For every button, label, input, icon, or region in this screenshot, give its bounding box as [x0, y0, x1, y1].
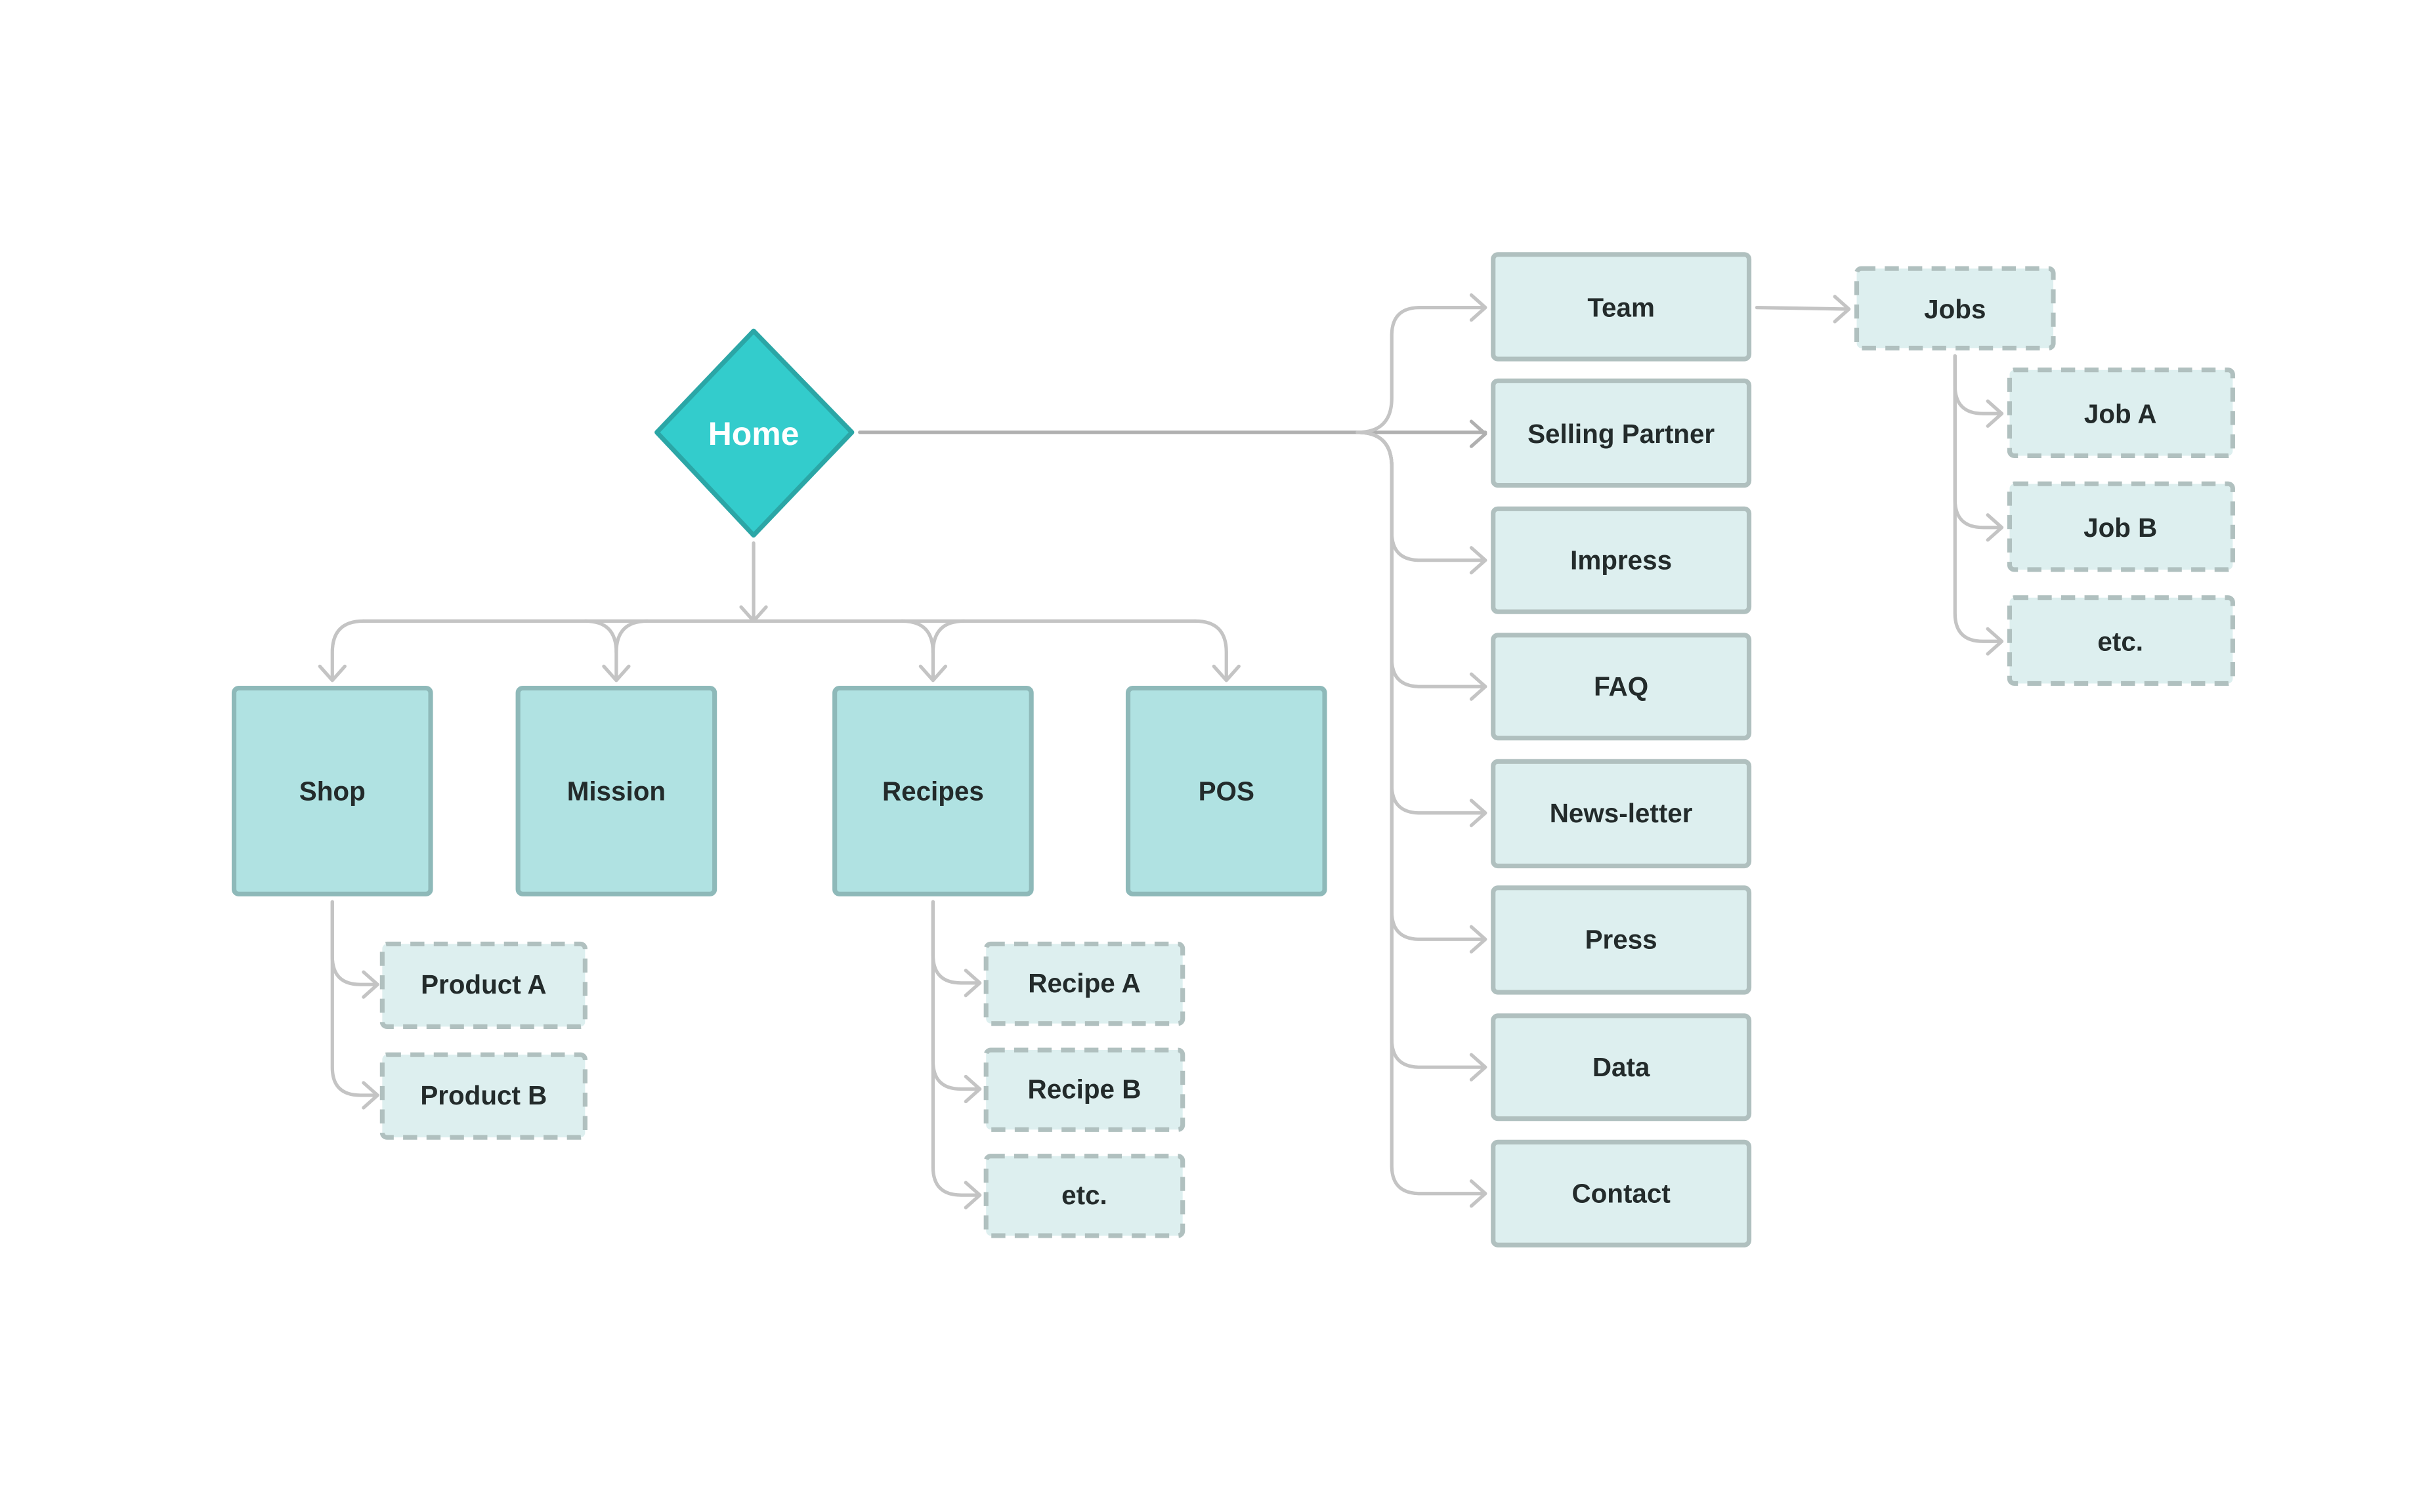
connector-team-to-jobs [1755, 295, 1851, 324]
connector-home-down [739, 541, 768, 623]
connector-side-page-7 [1356, 430, 1487, 1082]
connector-to-job-a [1953, 354, 2004, 428]
connector-to-recipe-etc [931, 900, 982, 1209]
shop-label: Shop [299, 776, 366, 806]
connector-side-page-8 [1356, 430, 1487, 1208]
connector-to-recipe-a [931, 900, 982, 998]
node-pos[interactable]: POS [1125, 686, 1327, 896]
impress-label: Impress [1570, 545, 1672, 576]
node-recipe-b[interactable]: Recipe B [983, 1047, 1185, 1132]
node-recipe-etc[interactable]: etc. [983, 1154, 1185, 1238]
node-mission[interactable]: Mission [515, 686, 717, 896]
connector-to-mission-curve [614, 619, 650, 654]
connector-side-page-3 [1356, 430, 1487, 575]
sitemap-diagram: Home Shop Mission Recipes POS Product A … [231, 252, 2235, 1248]
node-job-etc[interactable]: etc. [2007, 595, 2235, 686]
node-contact[interactable]: Contact [1491, 1139, 1752, 1248]
connector-to-product-a [330, 900, 379, 999]
jobs-label: Jobs [1924, 294, 1986, 324]
node-selling-partner[interactable]: Selling Partner [1491, 378, 1752, 488]
node-home[interactable]: Home [654, 328, 855, 538]
node-newsletter[interactable]: News-letter [1491, 759, 1752, 869]
home-label: Home [708, 415, 800, 452]
connector-side-page-4 [1356, 430, 1487, 701]
selling-partner-label: Selling Partner [1527, 419, 1715, 449]
node-impress[interactable]: Impress [1491, 506, 1752, 614]
node-data[interactable]: Data [1491, 1013, 1752, 1122]
recipe-a-label: Recipe A [1028, 968, 1140, 998]
job-a-label: Job A [2084, 398, 2157, 429]
product-b-label: Product B [420, 1080, 547, 1110]
connector-to-team [1356, 293, 1487, 434]
node-team[interactable]: Team [1491, 252, 1752, 362]
connector-to-job-b [1953, 354, 2004, 542]
node-shop[interactable]: Shop [231, 686, 433, 896]
product-a-label: Product A [421, 969, 546, 999]
connector-to-recipes-curve [931, 619, 966, 654]
connector-to-recipe-b [931, 900, 982, 1104]
recipe-b-label: Recipe B [1028, 1074, 1142, 1104]
connector-home-to-selling-partner [858, 419, 1487, 448]
node-product-b[interactable]: Product B [379, 1052, 587, 1140]
press-label: Press [1585, 924, 1657, 954]
recipes-label: Recipes [882, 776, 984, 806]
team-label: Team [1587, 293, 1655, 323]
contact-label: Contact [1571, 1179, 1670, 1209]
connector-to-product-b [330, 900, 379, 1110]
connector-to-job-etc [1953, 354, 2004, 656]
recipe-etc-label: etc. [1061, 1180, 1107, 1210]
node-recipe-a[interactable]: Recipe A [983, 941, 1185, 1026]
connector-to-shop [318, 619, 366, 682]
mission-label: Mission [567, 776, 666, 806]
faq-label: FAQ [1594, 671, 1648, 702]
connector-side-page-6 [1356, 430, 1487, 954]
newsletter-label: News-letter [1550, 798, 1693, 828]
node-press[interactable]: Press [1491, 885, 1752, 995]
connector-to-pos [1193, 619, 1241, 682]
node-job-a[interactable]: Job A [2007, 368, 2235, 459]
connector-side-page-5 [1356, 430, 1487, 828]
job-etc-label: etc. [2097, 626, 2143, 656]
node-recipes[interactable]: Recipes [832, 686, 1034, 896]
node-product-a[interactable]: Product A [379, 941, 587, 1029]
pos-label: POS [1199, 776, 1254, 806]
node-job-b[interactable]: Job B [2007, 481, 2235, 572]
data-label: Data [1592, 1052, 1650, 1082]
job-b-label: Job B [2083, 513, 2157, 543]
node-jobs[interactable]: Jobs [1854, 266, 2056, 350]
node-faq[interactable]: FAQ [1491, 633, 1752, 741]
